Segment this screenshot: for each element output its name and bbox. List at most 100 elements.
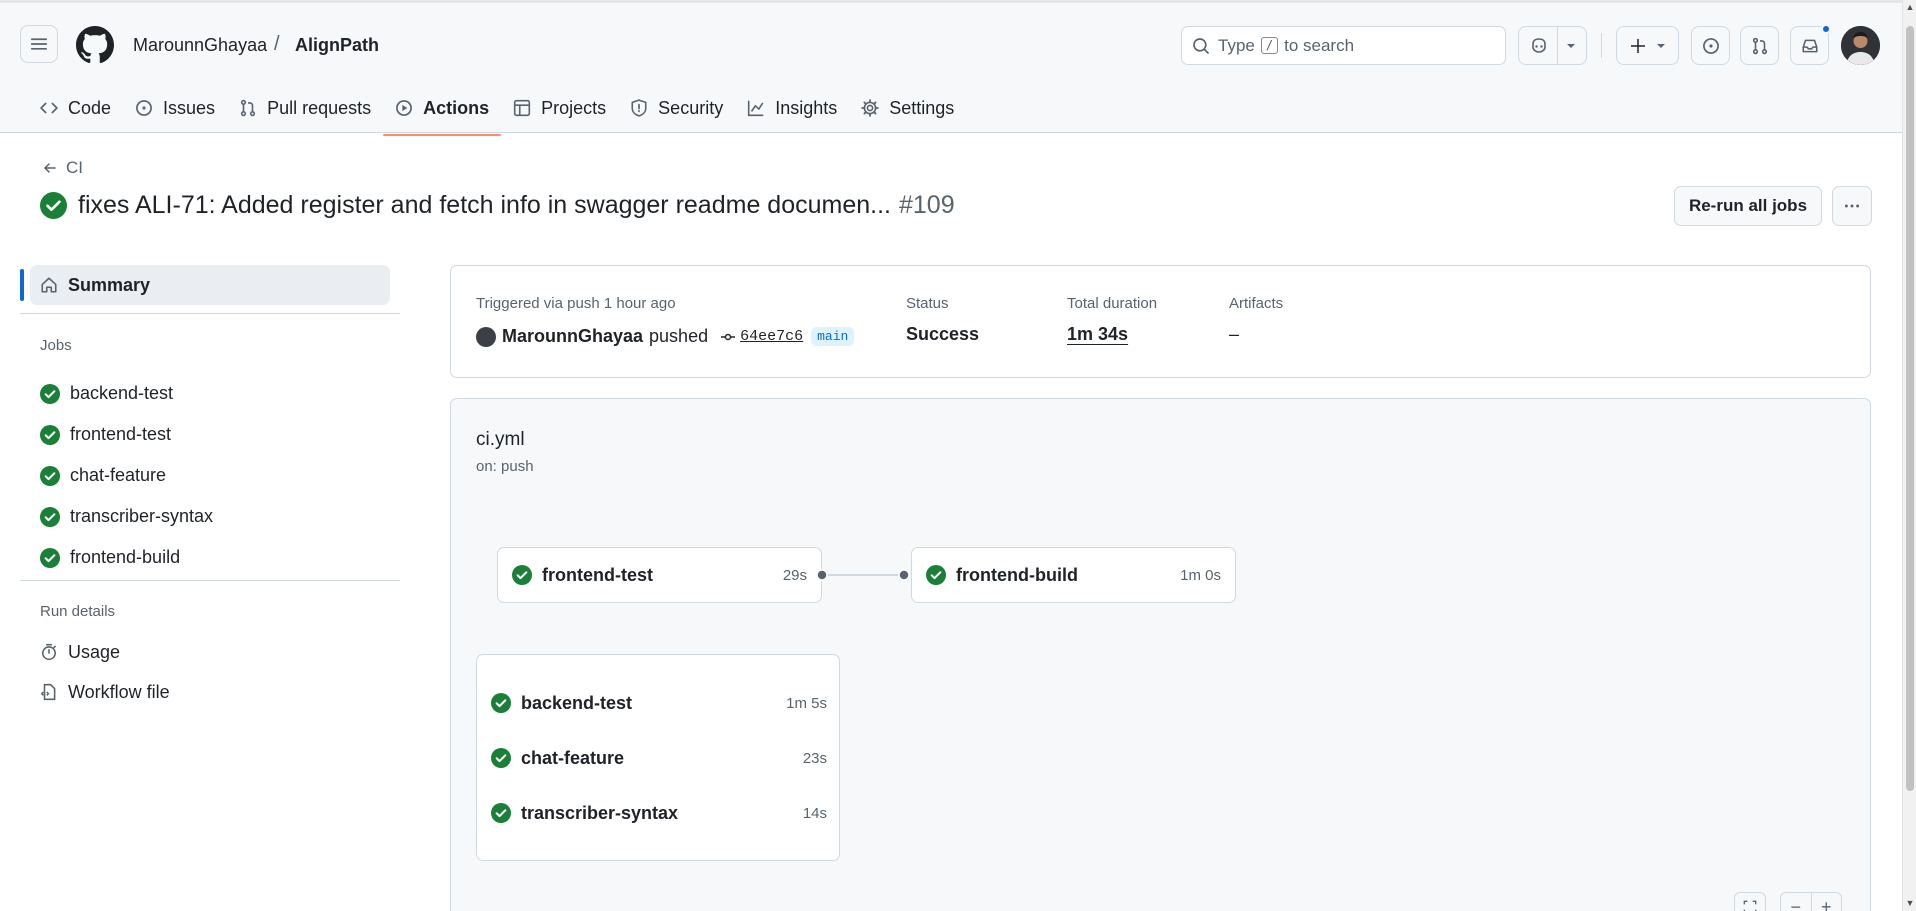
shield-icon (631, 99, 647, 117)
scroll-down-icon[interactable]: ▼ (1905, 898, 1915, 908)
page-title: fixes ALI-71: Added register and fetch i… (78, 191, 891, 219)
fullscreen-button[interactable] (1734, 892, 1766, 911)
rerun-all-jobs-button[interactable]: Re-run all jobs (1674, 186, 1822, 226)
tab-code[interactable]: Code (28, 90, 123, 126)
graph-job-chat-feature[interactable]: chat-feature 23s (491, 743, 827, 773)
status-label: Status (906, 295, 949, 312)
copilot-button[interactable] (1518, 26, 1587, 65)
tab-insights[interactable]: Insights (735, 90, 849, 126)
back-to-workflow-link[interactable]: CI (42, 158, 83, 178)
job-duration: 23s (802, 749, 827, 767)
workflow-trigger: on: push (476, 458, 534, 475)
sidebar-job-frontend-test[interactable]: frontend-test (40, 414, 213, 455)
github-logo-icon[interactable] (76, 26, 114, 64)
create-new-button[interactable] (1616, 26, 1679, 65)
job-label: backend-test (70, 383, 174, 403)
more-options-button[interactable] (1832, 186, 1872, 226)
success-check-icon (491, 803, 511, 823)
success-check-icon (491, 748, 511, 768)
summary-active-indicator (20, 269, 24, 301)
status-value: Success (906, 324, 980, 344)
tab-pull-requests[interactable]: Pull requests (227, 90, 383, 126)
breadcrumb-owner[interactable]: MarounnGhayaa (133, 35, 267, 56)
graph-icon (748, 100, 764, 117)
tab-settings-label: Settings (889, 97, 955, 118)
artifacts-value: – (1229, 324, 1240, 344)
success-check-icon (40, 465, 60, 486)
job-name: chat-feature (521, 747, 625, 768)
run-number: #109 (898, 191, 955, 219)
sidebar-job-chat-feature[interactable]: chat-feature (40, 455, 213, 496)
actor-link[interactable]: MarounnGhayaa (502, 326, 643, 347)
run-title-row: fixes ALI-71: Added register and fetch i… (40, 191, 955, 220)
zoom-in-button[interactable]: + (1812, 897, 1842, 911)
tab-issues-label: Issues (163, 97, 216, 118)
success-check-icon (40, 192, 67, 219)
copilot-icon (1532, 37, 1546, 53)
user-avatar[interactable] (1841, 26, 1880, 65)
scroll-up-icon[interactable]: ▲ (1905, 2, 1915, 12)
tab-security[interactable]: Security (618, 90, 735, 126)
menu-button[interactable] (20, 25, 58, 63)
job-duration: 14s (802, 804, 827, 822)
job-duration: 1m 5s (786, 694, 827, 712)
tab-actions[interactable]: Actions (383, 90, 502, 136)
unread-indicator (1821, 24, 1831, 34)
success-check-icon (926, 565, 946, 585)
page-scrollbar[interactable]: ▲ ▼ (1902, 0, 1916, 911)
workflow-file-label: Workflow file (68, 681, 170, 702)
success-check-icon (40, 506, 60, 527)
zoom-out-button[interactable]: − (1781, 897, 1811, 911)
breadcrumb-repo[interactable]: AlignPath (295, 35, 379, 56)
sidebar-job-backend-test[interactable]: backend-test (40, 373, 213, 414)
search-prefix: Type (1218, 35, 1255, 55)
jobs-list: backend-test frontend-test chat-feature … (40, 373, 213, 578)
sidebar-divider (20, 580, 400, 581)
run-details-list: Usage Workflow file (40, 632, 170, 712)
branch-badge[interactable]: main (811, 327, 855, 346)
sidebar-item-workflow-file[interactable]: Workflow file (40, 672, 170, 712)
pull-request-icon (1752, 37, 1767, 54)
tab-issues[interactable]: Issues (123, 90, 227, 126)
duration-value[interactable]: 1m 34s (1067, 324, 1128, 345)
tab-settings[interactable]: Settings (849, 90, 966, 126)
search-input[interactable]: Type / to search (1181, 26, 1506, 65)
your-pull-requests-button[interactable] (1740, 26, 1779, 65)
graph-job-backend-test[interactable]: backend-test 1m 5s (491, 688, 827, 718)
tab-projects[interactable]: Projects (501, 90, 618, 126)
sidebar-job-frontend-build[interactable]: frontend-build (40, 537, 213, 578)
search-icon (1193, 37, 1209, 54)
tab-insights-label: Insights (775, 97, 838, 118)
git-commit-icon (721, 333, 736, 340)
issue-icon (136, 100, 152, 116)
job-name: backend-test (521, 692, 633, 713)
independent-jobs-group: backend-test 1m 5s chat-feature 23s tran… (476, 654, 840, 861)
duration-label: Total duration (1067, 295, 1158, 312)
commit-sha-link[interactable]: 64ee7c6 (740, 328, 803, 345)
scrollbar-thumb[interactable] (1906, 26, 1914, 791)
play-icon (396, 100, 413, 116)
graph-job-frontend-test[interactable]: frontend-test 29s (497, 547, 822, 603)
trigger-action: pushed (649, 326, 709, 346)
code-icon (40, 102, 58, 114)
gear-icon (861, 99, 880, 117)
sidebar-item-summary[interactable]: Summary (30, 265, 390, 305)
kebab-horizontal-icon (1844, 204, 1860, 208)
plus-icon (1630, 38, 1645, 53)
your-issues-button[interactable] (1691, 26, 1730, 65)
arrow-left-icon (44, 163, 56, 173)
hamburger-icon (31, 38, 47, 50)
graph-job-transcriber-syntax[interactable]: transcriber-syntax 14s (491, 798, 827, 828)
breadcrumb-separator: / (274, 33, 280, 55)
zoom-controls: − + (1780, 892, 1842, 911)
job-label: frontend-build (70, 547, 181, 567)
success-check-icon (40, 424, 60, 445)
sidebar-item-usage[interactable]: Usage (40, 632, 170, 672)
artifacts-label: Artifacts (1229, 295, 1284, 312)
fullscreen-icon (1743, 900, 1757, 911)
graph-job-frontend-build[interactable]: frontend-build 1m 0s (911, 547, 1236, 603)
sidebar-job-transcriber-syntax[interactable]: transcriber-syntax (40, 496, 213, 537)
job-label: frontend-test (70, 424, 172, 444)
summary-label: Summary (68, 274, 151, 295)
avatar[interactable] (476, 326, 496, 347)
